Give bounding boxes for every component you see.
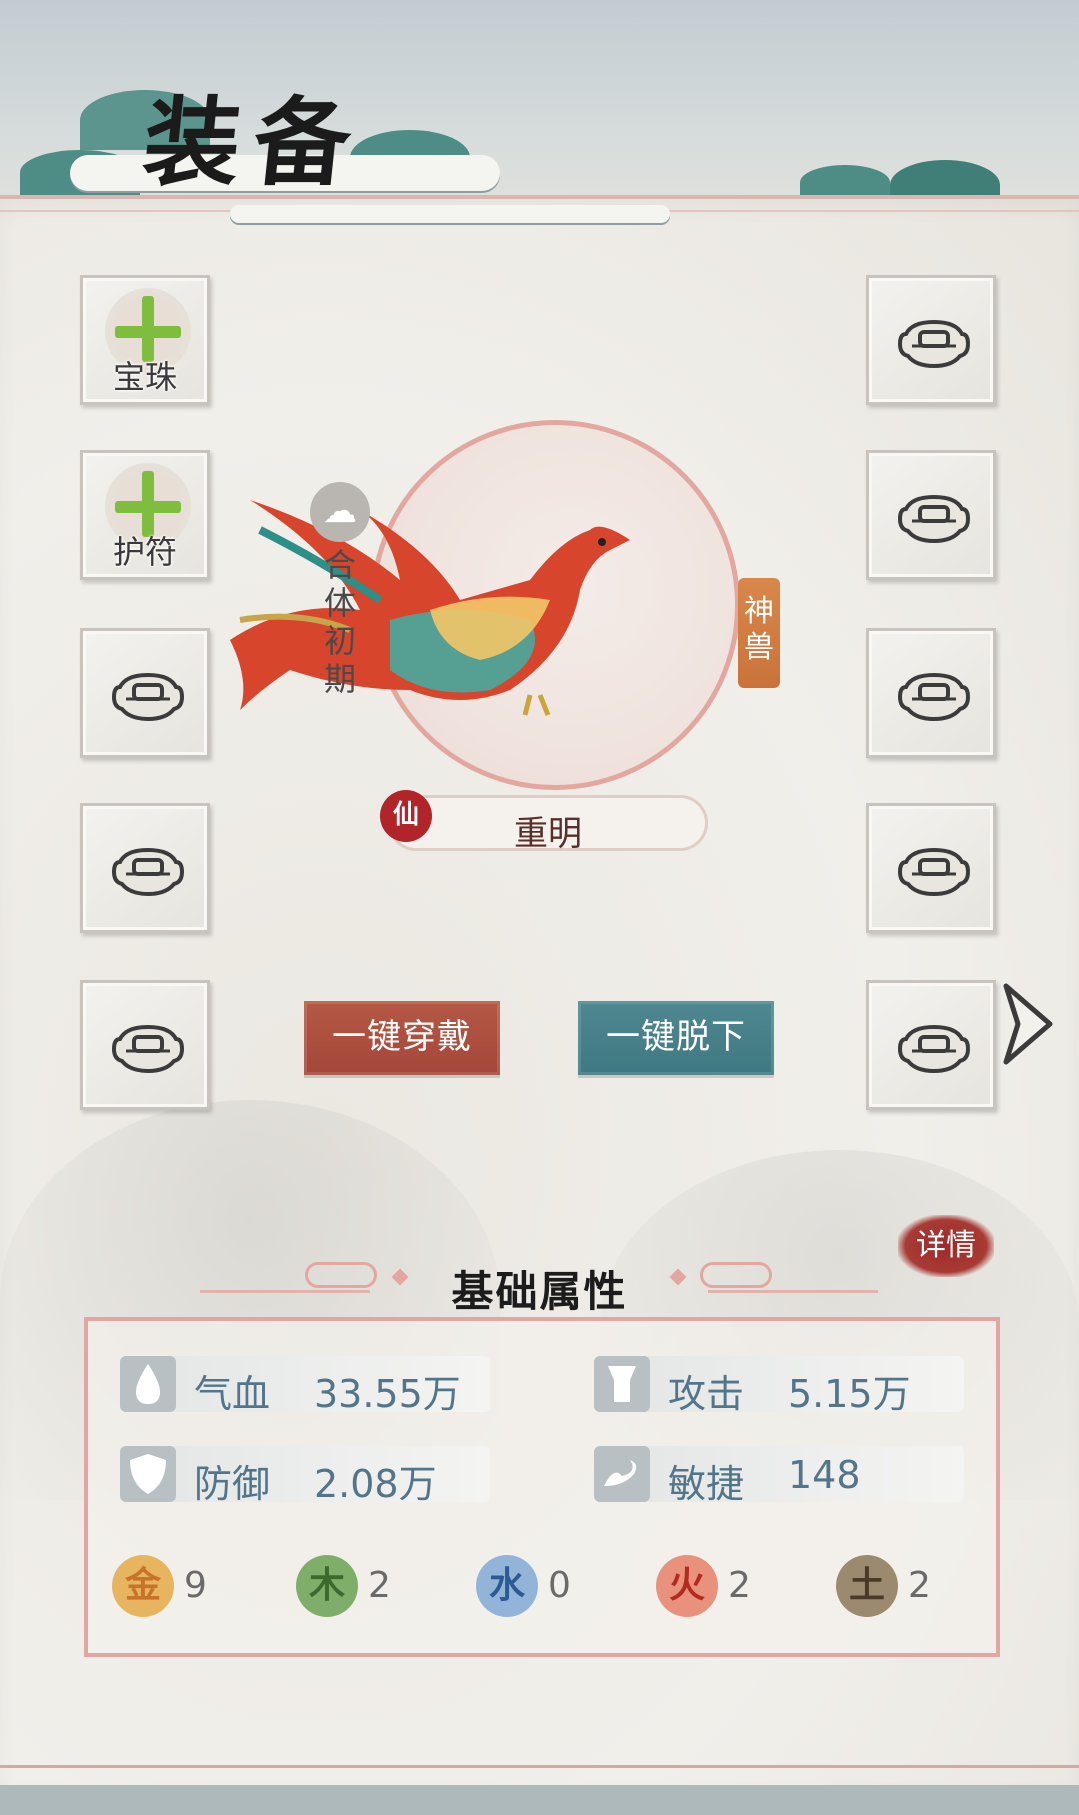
fire-element-icon: 火 — [656, 1555, 718, 1617]
blood-drop-icon — [120, 1356, 176, 1412]
unequip-all-button[interactable]: 一键脱下 — [578, 1001, 774, 1075]
slot-locked[interactable] — [866, 628, 996, 758]
wind-icon — [594, 1446, 650, 1502]
page-title: 装备 — [138, 86, 371, 199]
phoenix-pet-image — [230, 500, 630, 716]
rank-badge: 仙 — [380, 790, 432, 842]
lock-icon — [897, 494, 971, 544]
page-header: 装备 — [50, 55, 670, 225]
stat-name: 防御 — [194, 1462, 271, 1506]
title-cloud-bar — [230, 205, 670, 223]
lock-icon — [111, 1024, 185, 1074]
stat-value: 148 — [788, 1453, 861, 1497]
lock-icon — [897, 319, 971, 369]
lock-icon — [897, 847, 971, 897]
slot-label: 宝珠 — [112, 358, 177, 396]
stat-row-attack: 攻击 5.15万 — [594, 1356, 964, 1416]
category-tag: 神兽 — [738, 578, 780, 688]
lock-icon — [897, 1024, 971, 1074]
stat-row-hp: 气血 33.55万 — [120, 1356, 490, 1416]
cloud-icon: ☁ — [310, 482, 370, 542]
swirl-decoration — [700, 1262, 772, 1288]
next-arrow-icon[interactable] — [1000, 978, 1060, 1070]
element-count: 2 — [908, 1565, 931, 1606]
stat-name: 敏捷 — [668, 1462, 745, 1506]
element-count: 9 — [184, 1565, 207, 1606]
attributes-title: 基础属性 — [451, 1267, 628, 1316]
element-metal: 金 9 — [112, 1555, 242, 1617]
slot-locked[interactable] — [80, 628, 210, 758]
bottom-strip — [0, 1785, 1079, 1815]
realm-indicator: ☁ 合体初期 — [308, 482, 372, 712]
stat-value: 2.08万 — [314, 1462, 437, 1506]
stat-row-defense: 防御 2.08万 — [120, 1446, 490, 1506]
realm-text: 合体初期 — [323, 546, 356, 698]
lock-icon — [897, 672, 971, 722]
wood-element-icon: 木 — [296, 1555, 358, 1617]
slot-locked[interactable] — [80, 980, 210, 1110]
water-element-icon: 水 — [476, 1555, 538, 1617]
metal-element-icon: 金 — [112, 1555, 174, 1617]
paper-bottom-line — [0, 1765, 1079, 1768]
element-earth: 土 2 — [836, 1555, 966, 1617]
shield-icon — [120, 1446, 176, 1502]
element-water: 水 0 — [476, 1555, 606, 1617]
stat-row-agility: 敏捷 148 — [594, 1446, 964, 1506]
stat-name: 攻击 — [668, 1372, 745, 1416]
stat-value: 5.15万 — [788, 1372, 911, 1416]
slot-locked[interactable] — [866, 980, 996, 1110]
pet-name-plate[interactable]: 重明 — [388, 795, 708, 854]
lock-icon — [111, 672, 185, 722]
slot-locked[interactable] — [866, 803, 996, 933]
slot-label: 护符 — [112, 533, 177, 571]
element-count: 2 — [368, 1565, 391, 1606]
slot-locked[interactable] — [80, 803, 210, 933]
slot-pearl[interactable]: 宝珠 — [80, 275, 210, 405]
stat-name: 气血 — [194, 1372, 271, 1416]
attack-icon — [594, 1356, 650, 1412]
element-count: 2 — [728, 1565, 751, 1606]
divider — [708, 1290, 878, 1293]
element-wood: 木 2 — [296, 1555, 426, 1617]
slot-locked[interactable] — [866, 275, 996, 405]
equip-all-button[interactable]: 一键穿戴 — [304, 1001, 500, 1075]
lock-icon — [111, 847, 185, 897]
stat-value: 33.55万 — [314, 1372, 461, 1416]
earth-element-icon: 土 — [836, 1555, 898, 1617]
element-count: 0 — [548, 1565, 571, 1606]
pet-name: 重明 — [514, 814, 582, 854]
element-fire: 火 2 — [656, 1555, 786, 1617]
slot-locked[interactable] — [866, 450, 996, 580]
slot-amulet[interactable]: 护符 — [80, 450, 210, 580]
